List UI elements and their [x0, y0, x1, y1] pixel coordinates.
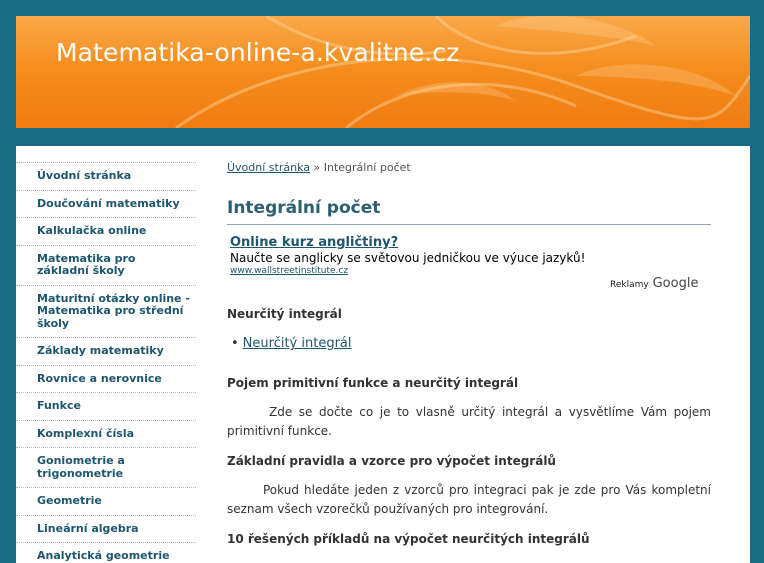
- breadcrumb-current: Integrální počet: [323, 161, 411, 174]
- main-panel: Úvodní stránka Doučování matematiky Kalk…: [16, 146, 750, 563]
- sidebar-nav: Úvodní stránka Doučování matematiky Kalk…: [16, 162, 196, 563]
- section-heading-examples: 10 řešených příkladů na výpočet neurčitý…: [227, 532, 590, 546]
- ad-label[interactable]: Reklamy Google: [610, 276, 698, 291]
- ad-text: Naučte se anglicky se světovou jedničkou…: [230, 251, 586, 265]
- breadcrumb: Úvodní stránka » Integrální počet: [227, 161, 411, 174]
- sidebar-item-rovnice[interactable]: Rovnice a nerovnice: [16, 364, 196, 393]
- indefinite-integral-link[interactable]: Neurčitý integrál: [243, 336, 352, 351]
- sidebar-item-kalkulacka[interactable]: Kalkulačka online: [16, 217, 196, 245]
- section-heading-primitive: Pojem primitivní funkce a neurčitý integ…: [227, 376, 519, 390]
- ad-label-prefix: Reklamy: [610, 280, 649, 290]
- sidebar-item-zaklady[interactable]: Základy matematiky: [16, 337, 196, 365]
- bullet-icon: •: [231, 336, 239, 351]
- section-text-primitive: Zde se dočte co je to vlasně určitý inte…: [227, 405, 711, 438]
- section-heading-rules: Základní pravidla a vzorce pro výpočet i…: [227, 454, 556, 468]
- ad-title-link[interactable]: Online kurz angličtiny?: [230, 235, 710, 250]
- sidebar-item-analyticka-geometrie[interactable]: Analytická geometrie: [16, 542, 196, 563]
- site-header: Matematika-online-a.kvalitne.cz: [16, 16, 750, 128]
- ad-block: Online kurz angličtiny? Naučte se anglic…: [230, 235, 710, 291]
- breadcrumb-home-link[interactable]: Úvodní stránka: [227, 161, 310, 174]
- ad-url-link[interactable]: www.wallstreetinstitute.cz: [230, 266, 710, 276]
- google-logo: Google: [652, 276, 699, 291]
- sidebar-item-doucovani[interactable]: Doučování matematiky: [16, 189, 196, 218]
- list-item: • Neurčitý integrál: [231, 336, 352, 351]
- sidebar-item-maturitni-otazky[interactable]: Maturitní otázky online - Matematika pro…: [16, 284, 196, 338]
- sidebar-item-uvodni-stranka[interactable]: Úvodní stránka: [16, 162, 196, 190]
- header-swirl-decoration: [175, 16, 750, 128]
- sidebar-item-komplexni-cisla[interactable]: Komplexní čísla: [16, 419, 196, 448]
- breadcrumb-separator: »: [313, 161, 321, 174]
- section-heading-indefinite: Neurčitý integrál: [227, 307, 342, 321]
- sidebar-item-goniometrie[interactable]: Goniometrie a trigonometrie: [16, 447, 196, 487]
- sidebar-item-geometrie[interactable]: Geometrie: [16, 487, 196, 515]
- site-title[interactable]: Matematika-online-a.kvalitne.cz: [56, 38, 459, 67]
- page-title: Integrální počet: [227, 198, 711, 225]
- sidebar-item-funkce[interactable]: Funkce: [16, 392, 196, 420]
- section-text-rules: Pokud hledáte jeden z vzorců pro integra…: [227, 483, 711, 516]
- sidebar-item-zakladni-skoly[interactable]: Matematika pro základní školy: [16, 244, 196, 285]
- sidebar-item-linearni-algebra[interactable]: Lineární algebra: [16, 514, 196, 543]
